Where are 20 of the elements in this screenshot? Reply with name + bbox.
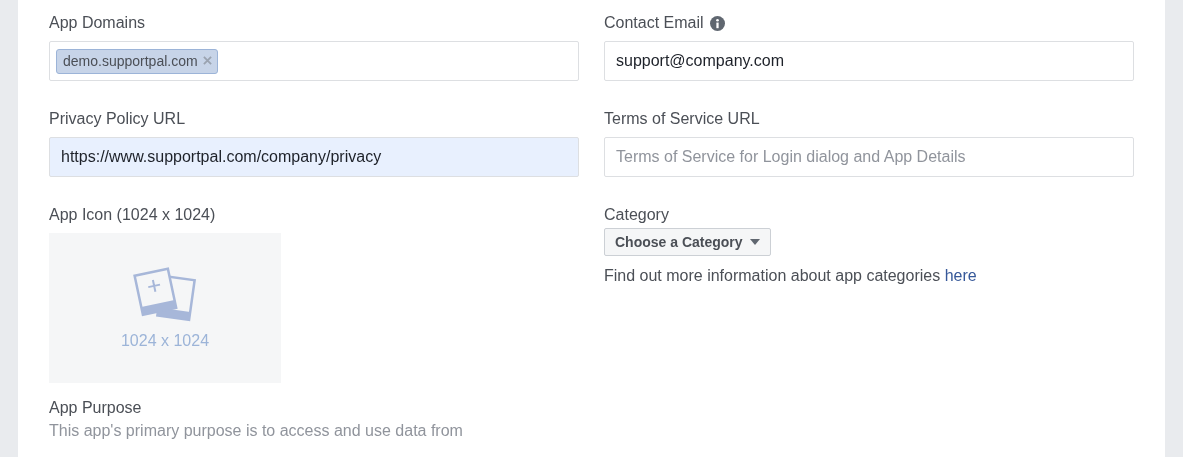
field-label: Terms of Service URL	[604, 110, 760, 128]
field-label: App Icon (1024 x 1024)	[49, 206, 216, 224]
add-photo-icon	[132, 266, 198, 324]
purpose-description: This app's primary purpose is to access and use data from	[49, 422, 464, 440]
here-link[interactable]: here	[944, 267, 977, 284]
field-label: App Domains	[49, 14, 146, 32]
field-label: Category	[604, 206, 669, 224]
text-field[interactable]: Terms of Service for Login dialog and App Details	[604, 137, 1134, 177]
size-hint: 1024 x 1024	[120, 332, 210, 350]
text-field[interactable]: https://www.supportpal.com/company/privacy	[49, 137, 579, 177]
help-text: Find out more information about app categories here	[604, 266, 978, 286]
text-field[interactable]: support@company.com	[604, 41, 1134, 81]
category-dropdown[interactable]: Choose a Category	[604, 228, 771, 256]
caret-icon	[749, 239, 760, 245]
field-label: App Purpose	[49, 399, 142, 417]
field-label: Privacy Policy URL	[49, 110, 186, 128]
domains-field[interactable]: demo.supportpal.com	[49, 41, 579, 81]
info-icon[interactable]	[709, 15, 725, 31]
field-label: Contact Email	[604, 14, 704, 32]
domain-tag: demo.supportpal.com	[56, 48, 218, 74]
